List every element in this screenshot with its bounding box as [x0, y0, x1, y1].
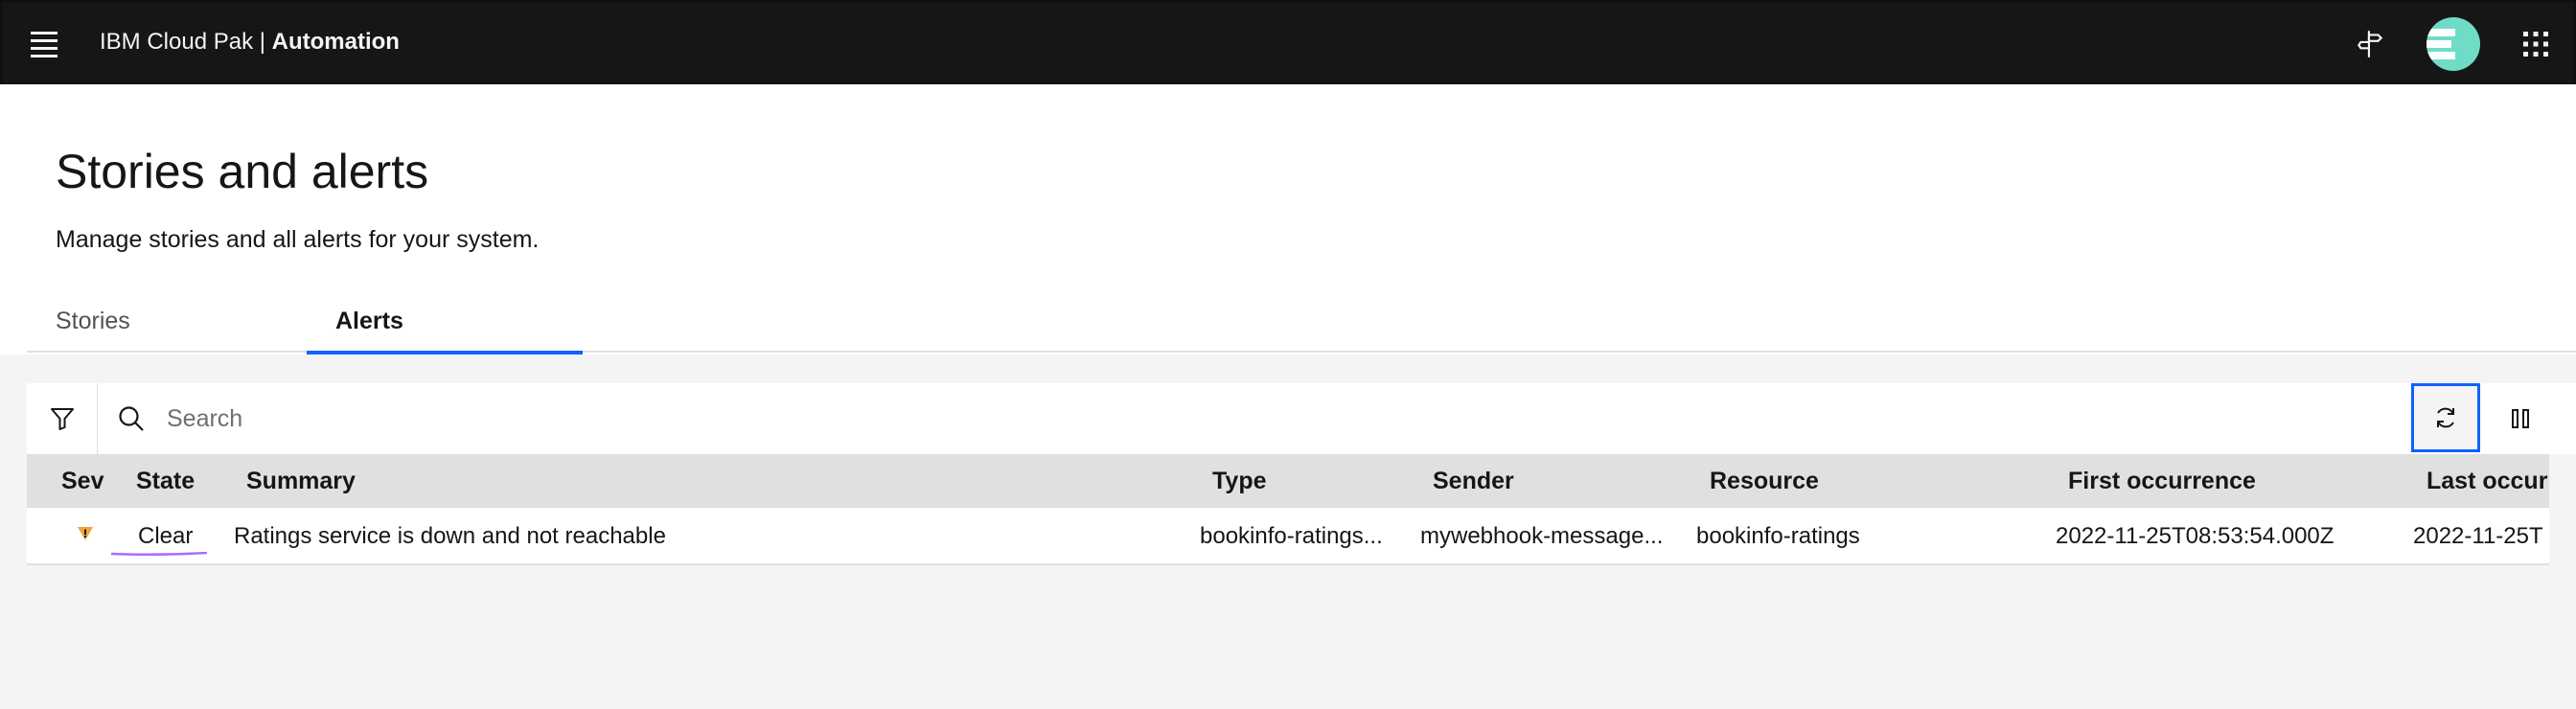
menu-icon[interactable]: [25, 25, 63, 63]
tab-alerts[interactable]: Alerts: [307, 297, 583, 354]
tab-stories[interactable]: Stories: [27, 297, 305, 353]
state-cell: Clear: [138, 523, 194, 549]
sender-cell: mywebhook-message...: [1420, 523, 1664, 549]
filter-button[interactable]: [27, 383, 98, 454]
product-name[interactable]: IBM Cloud Pak | Automation: [100, 29, 400, 56]
app-switcher-icon[interactable]: [2509, 17, 2563, 71]
summary-cell: Ratings service is down and not reachabl…: [234, 523, 666, 549]
search-icon: [119, 406, 144, 431]
avatar: [2426, 17, 2480, 71]
column-header-state[interactable]: State: [136, 468, 195, 495]
refresh-icon: [2437, 407, 2454, 428]
brand-prefix: IBM Cloud Pak |: [100, 29, 272, 55]
table-header: Sev State Summary Type Sender Resource F…: [27, 454, 2549, 508]
refresh-button[interactable]: [2411, 383, 2480, 452]
column-header-sev[interactable]: Sev: [61, 468, 104, 495]
state-indicator-line: [111, 552, 207, 556]
resource-cell: bookinfo-ratings: [1696, 523, 1860, 549]
tab-list: Stories Alerts: [27, 297, 2576, 354]
search-input[interactable]: [167, 397, 2371, 441]
last-occurrence-cell: 2022-11-25T: [2413, 523, 2543, 549]
alerts-table: Sev State Summary Type Sender Resource F…: [27, 454, 2549, 709]
page-description: Manage stories and all alerts for your s…: [56, 226, 540, 253]
column-header-resource[interactable]: Resource: [1710, 468, 1819, 495]
column-header-sender[interactable]: Sender: [1433, 468, 1514, 495]
filter-icon: [50, 408, 74, 430]
column-header-summary[interactable]: Summary: [246, 468, 356, 495]
first-occurrence-cell: 2022-11-25T08:53:54.000Z: [2056, 523, 2334, 549]
column-header-last-occurrence[interactable]: Last occurr: [2426, 468, 2549, 495]
table-row[interactable]: Clear Ratings service is down and not re…: [27, 508, 2549, 565]
pause-button[interactable]: [2486, 383, 2555, 454]
pause-icon: [2512, 409, 2529, 428]
type-cell: bookinfo-ratings...: [1200, 523, 1383, 549]
top-header: IBM Cloud Pak | Automation: [0, 0, 2576, 84]
user-avatar[interactable]: [2425, 15, 2482, 73]
column-header-first-occurrence[interactable]: First occurrence: [2068, 468, 2256, 495]
guide-icon[interactable]: [2343, 17, 2397, 71]
warning-severity-icon: [78, 527, 93, 540]
page-title: Stories and alerts: [56, 145, 429, 198]
brand-product: Automation: [271, 29, 400, 55]
column-header-type[interactable]: Type: [1212, 468, 1267, 495]
table-toolbar: [27, 383, 2576, 454]
